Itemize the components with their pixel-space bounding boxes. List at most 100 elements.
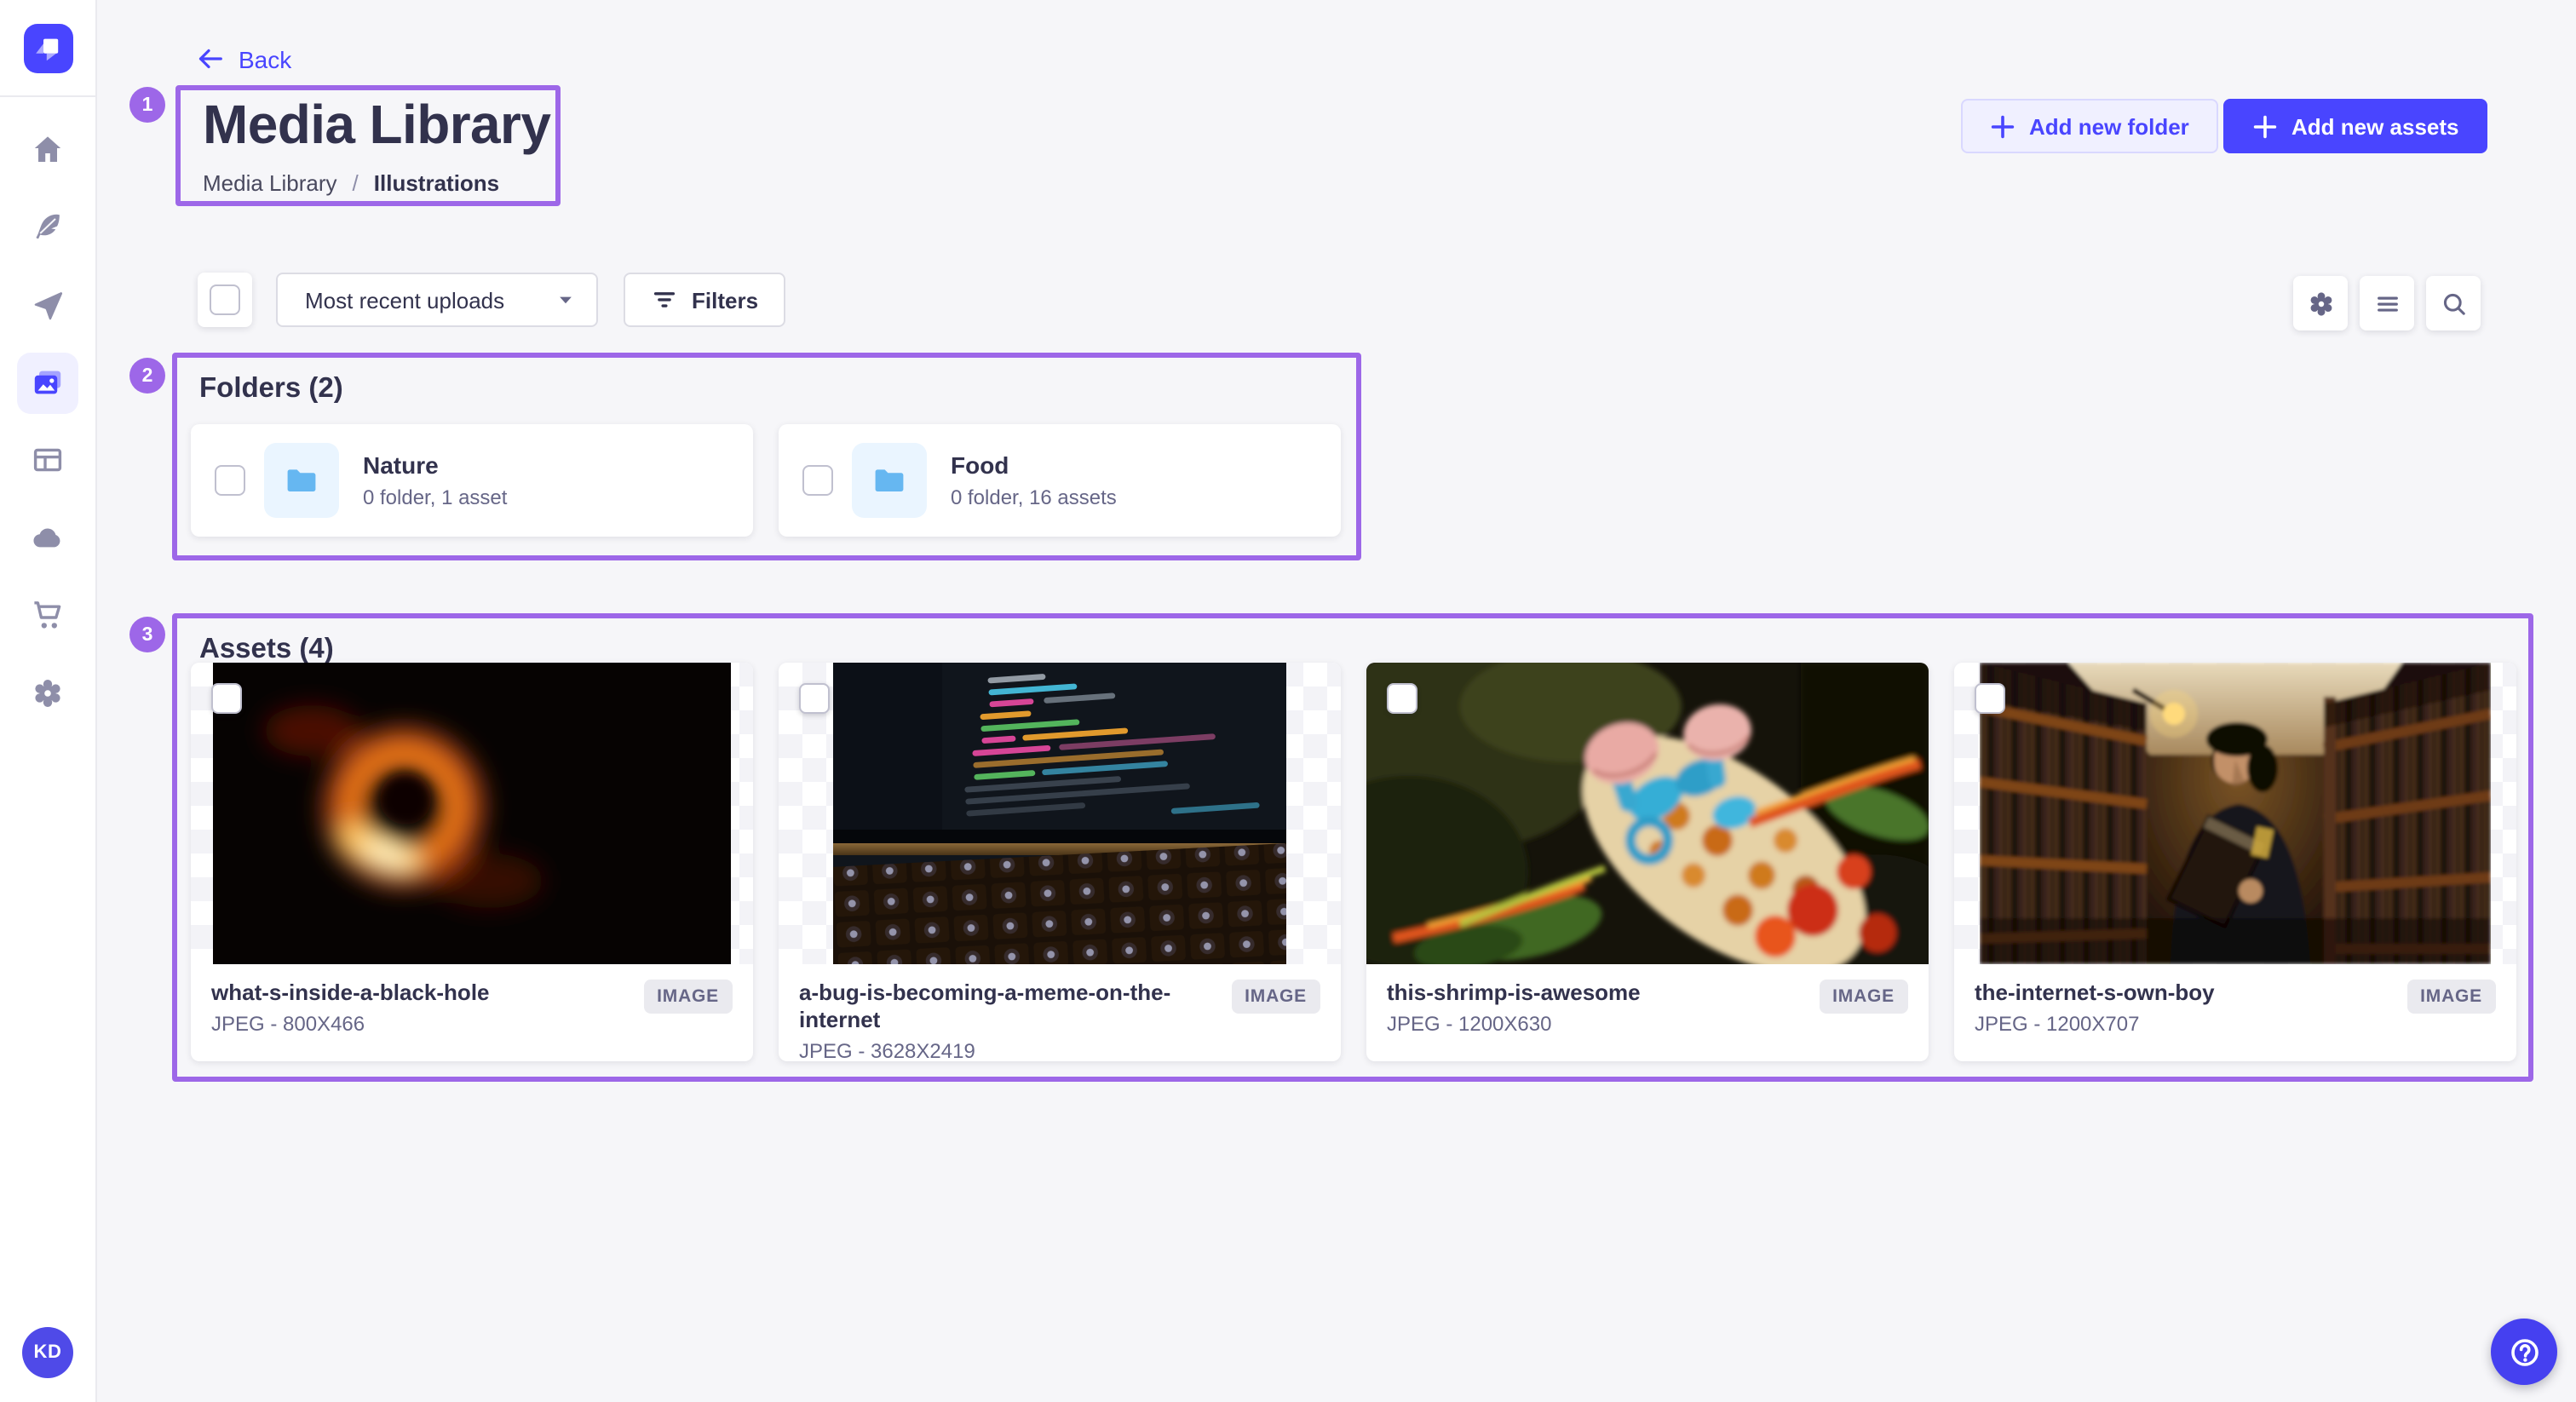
media-library-page: KD Back 1 Media Library Media Library / … bbox=[0, 0, 2576, 1402]
folder-name: Nature bbox=[363, 451, 507, 479]
folder-name: Food bbox=[951, 451, 1117, 479]
filters-label: Filters bbox=[692, 287, 758, 313]
sidebar-item-deploy[interactable] bbox=[17, 508, 78, 569]
asset-checkbox[interactable] bbox=[799, 683, 830, 714]
asset-card-laptop-code[interactable]: a-bug-is-becoming-a-meme-on-the-internet… bbox=[779, 663, 1341, 1061]
asset-checkbox[interactable] bbox=[1387, 683, 1417, 714]
folder-tile bbox=[264, 443, 339, 518]
shopping-cart-icon bbox=[31, 598, 65, 632]
home-icon bbox=[31, 133, 65, 167]
search-button[interactable] bbox=[2426, 276, 2481, 330]
asset-footer: a-bug-is-becoming-a-meme-on-the-internet… bbox=[779, 964, 1341, 1061]
sort-select[interactable]: Most recent uploads bbox=[276, 273, 598, 327]
folder-text: Nature 0 folder, 1 asset bbox=[363, 451, 507, 509]
asset-card-shrimp[interactable]: this-shrimp-is-awesome JPEG - 1200X630 I… bbox=[1366, 663, 1929, 1061]
search-icon bbox=[2439, 289, 2468, 318]
select-all-container bbox=[198, 273, 252, 327]
question-mark-icon bbox=[2505, 1333, 2543, 1370]
add-new-folder-label: Add new folder bbox=[2029, 113, 2189, 139]
asset-thumbnail-art bbox=[1980, 663, 2491, 964]
view-settings-button[interactable] bbox=[2293, 276, 2348, 330]
sort-select-value: Most recent uploads bbox=[305, 287, 504, 313]
strapi-logo-icon bbox=[23, 23, 72, 72]
folder-checkbox[interactable] bbox=[215, 465, 245, 496]
annotation-box-assets: Assets (4) bbox=[172, 613, 2533, 1082]
sidebar-item-media-library[interactable] bbox=[17, 353, 78, 414]
folder-card-nature[interactable]: Nature 0 folder, 1 asset bbox=[191, 424, 753, 537]
folder-icon bbox=[285, 463, 319, 497]
breadcrumb-parent[interactable]: Media Library bbox=[203, 170, 337, 196]
select-all-checkbox[interactable] bbox=[210, 284, 240, 315]
filters-button[interactable]: Filters bbox=[624, 273, 785, 327]
asset-card-black-hole[interactable]: what-s-inside-a-black-hole JPEG - 800X46… bbox=[191, 663, 753, 1061]
asset-checkbox[interactable] bbox=[1975, 683, 2005, 714]
asset-footer: the-internet-s-own-boy JPEG - 1200X707 I… bbox=[1954, 964, 2516, 1036]
back-link[interactable]: Back bbox=[194, 44, 291, 73]
chevron-down-icon bbox=[555, 290, 576, 310]
filter-icon bbox=[651, 286, 678, 313]
asset-card-library[interactable]: the-internet-s-own-boy JPEG - 1200X707 I… bbox=[1954, 663, 2516, 1061]
cloud-icon bbox=[31, 521, 65, 555]
asset-thumbnail bbox=[779, 663, 1341, 964]
asset-meta: JPEG - 800X466 bbox=[211, 1012, 733, 1036]
sidebar-item-settings[interactable] bbox=[17, 663, 78, 724]
folder-meta: 0 folder, 1 asset bbox=[363, 486, 507, 509]
folder-text: Food 0 folder, 16 assets bbox=[951, 451, 1117, 509]
sidebar-item-release[interactable] bbox=[17, 274, 78, 336]
feather-icon bbox=[31, 210, 65, 244]
folder-meta: 0 folder, 16 assets bbox=[951, 486, 1117, 509]
asset-type-badge: IMAGE bbox=[1819, 980, 1908, 1014]
annotation-step-3: 3 bbox=[129, 617, 165, 652]
add-new-assets-button[interactable]: Add new assets bbox=[2223, 99, 2488, 153]
sidebar-item-content-type-builder[interactable] bbox=[17, 429, 78, 491]
annotation-box-folders: Folders (2) Nature 0 folder, 1 asset bbox=[172, 353, 1361, 560]
asset-meta: JPEG - 3628X2419 bbox=[799, 1039, 1320, 1061]
annotation-step-2: 2 bbox=[129, 358, 165, 394]
asset-meta: JPEG - 1200X630 bbox=[1387, 1012, 1908, 1036]
asset-thumbnail-art bbox=[213, 663, 731, 964]
breadcrumb: Media Library / Illustrations bbox=[203, 170, 499, 196]
sidebar-item-content-writing[interactable] bbox=[17, 196, 78, 257]
page-title: Media Library bbox=[203, 94, 550, 157]
layout-icon bbox=[31, 443, 65, 477]
list-icon bbox=[2372, 289, 2401, 318]
folder-card-food[interactable]: Food 0 folder, 16 assets bbox=[779, 424, 1341, 537]
add-new-assets-label: Add new assets bbox=[2291, 113, 2459, 139]
asset-thumbnail bbox=[1954, 663, 2516, 964]
sidebar-item-home[interactable] bbox=[17, 119, 78, 181]
gear-icon bbox=[2306, 289, 2335, 318]
folder-tile bbox=[852, 443, 927, 518]
sidebar-item-marketplace[interactable] bbox=[17, 584, 78, 646]
asset-footer: what-s-inside-a-black-hole JPEG - 800X46… bbox=[191, 964, 753, 1036]
plus-icon bbox=[2252, 113, 2278, 139]
strapi-logo[interactable] bbox=[23, 23, 72, 72]
folders-row: Nature 0 folder, 1 asset Food 0 folder, … bbox=[191, 424, 1341, 537]
assets-row: what-s-inside-a-black-hole JPEG - 800X46… bbox=[191, 663, 2516, 1061]
asset-thumbnail bbox=[1366, 663, 1929, 964]
list-view-button[interactable] bbox=[2360, 276, 2414, 330]
paper-plane-icon bbox=[31, 288, 65, 322]
user-avatar[interactable]: KD bbox=[22, 1327, 73, 1378]
annotation-box-title: Media Library Media Library / Illustrati… bbox=[175, 85, 561, 206]
asset-type-badge: IMAGE bbox=[643, 980, 733, 1014]
folder-icon bbox=[872, 463, 906, 497]
asset-thumbnail-art bbox=[1366, 663, 1929, 964]
breadcrumb-separator: / bbox=[353, 170, 359, 196]
sidebar: KD bbox=[0, 0, 97, 1402]
asset-footer: this-shrimp-is-awesome JPEG - 1200X630 I… bbox=[1366, 964, 1929, 1036]
assets-heading: Assets (4) bbox=[199, 634, 334, 666]
asset-meta: JPEG - 1200X707 bbox=[1975, 1012, 2496, 1036]
plus-icon bbox=[1990, 113, 2015, 139]
asset-thumbnail bbox=[191, 663, 753, 964]
asset-checkbox[interactable] bbox=[211, 683, 242, 714]
folder-checkbox[interactable] bbox=[802, 465, 833, 496]
back-arrow-icon bbox=[194, 44, 223, 73]
back-label: Back bbox=[239, 45, 291, 72]
breadcrumb-current: Illustrations bbox=[374, 170, 499, 196]
help-button[interactable] bbox=[2491, 1319, 2557, 1385]
asset-type-badge: IMAGE bbox=[2406, 980, 2496, 1014]
media-library-icon bbox=[31, 366, 65, 400]
add-new-folder-button[interactable]: Add new folder bbox=[1961, 99, 2218, 153]
asset-type-badge: IMAGE bbox=[1231, 980, 1320, 1014]
folders-heading: Folders (2) bbox=[199, 373, 343, 405]
